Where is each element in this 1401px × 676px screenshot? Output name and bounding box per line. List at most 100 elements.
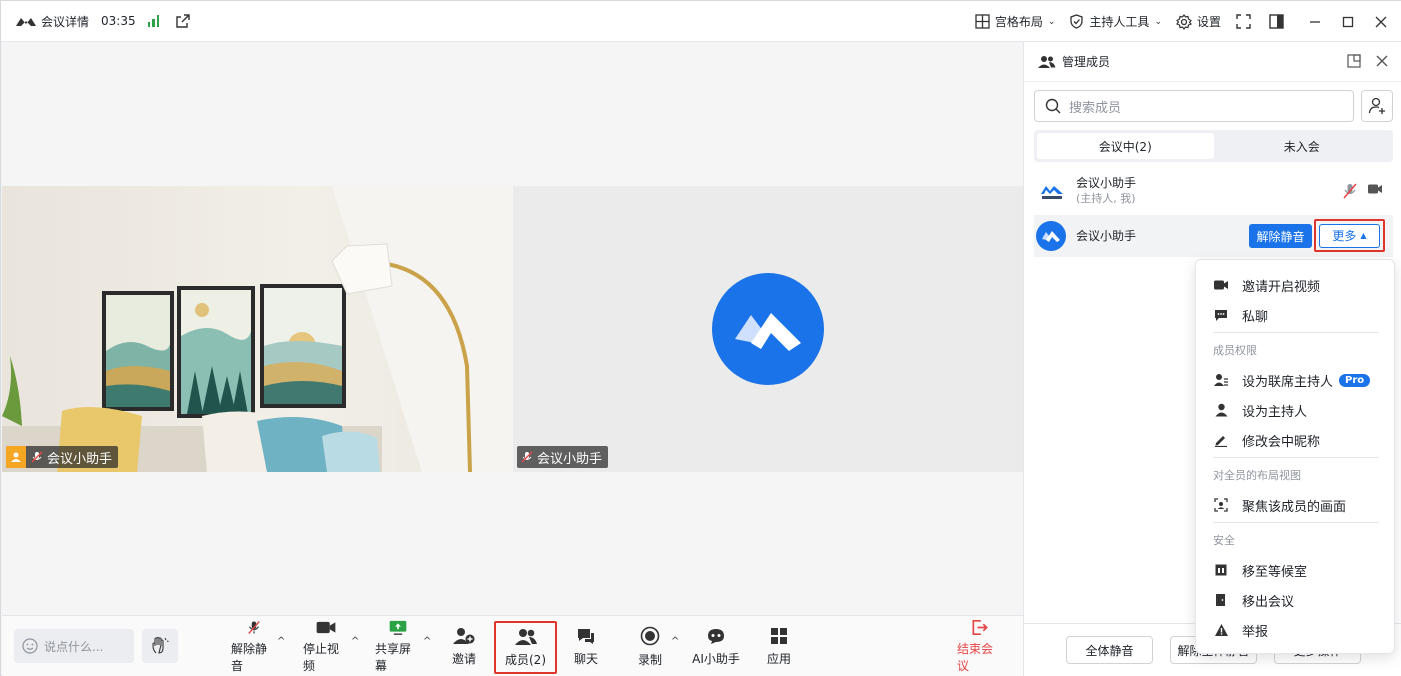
member-name: 会议小助手 — [1076, 229, 1137, 243]
quick-chat-input[interactable]: 说点什么... — [14, 629, 134, 663]
end-meeting-button[interactable]: 结束会议 — [957, 620, 1003, 674]
chat-button[interactable]: 聊天 — [572, 620, 600, 674]
video-tile-right[interactable]: 会议小助手 — [513, 186, 1023, 472]
minimize-icon[interactable] — [1307, 14, 1323, 30]
tencent-meeting-avatar-icon — [712, 273, 824, 385]
ai-assistant-label: AI小助手 — [692, 652, 740, 666]
menu-item-focus-member[interactable]: 聚焦该成员的画面 — [1196, 490, 1396, 520]
member-row[interactable]: 会议小助手 (主持人, 我) — [1034, 170, 1393, 212]
fullscreen-icon[interactable] — [1235, 14, 1251, 30]
settings-label: 设置 — [1196, 15, 1221, 29]
stop-video-label: 停止视频 — [303, 642, 340, 673]
signal-strength-icon[interactable] — [147, 15, 160, 27]
door-exit-icon — [1213, 593, 1229, 607]
chevron-up-icon[interactable]: ^ — [351, 636, 359, 647]
menu-item-rename[interactable]: 修改会中昵称 — [1196, 425, 1396, 455]
video-tile-left[interactable]: 会议小助手 — [2, 186, 511, 472]
menu-section-permissions: 成员权限 — [1213, 344, 1257, 357]
share-screen-button[interactable]: 共享屏幕 — [375, 620, 421, 674]
add-member-button[interactable] — [1361, 90, 1393, 122]
tencent-meeting-logo-icon — [16, 18, 36, 26]
invite-button[interactable]: 邀请 — [447, 620, 481, 674]
menu-item-report[interactable]: 举报 — [1196, 615, 1396, 645]
menu-divider — [1213, 522, 1379, 523]
more-button[interactable]: 更多 ▲ — [1319, 223, 1380, 248]
host-tools-button[interactable]: 主持人工具 ⌄ — [1069, 13, 1162, 30]
menu-divider — [1213, 332, 1379, 333]
share-screen-label: 共享屏幕 — [375, 642, 412, 673]
participant-name: 会议小助手 — [47, 451, 113, 467]
mic-muted-icon — [31, 451, 43, 463]
unmute-tool-button[interactable]: 解除静音 — [231, 620, 277, 674]
shield-icon — [1070, 14, 1084, 29]
video-stage: 会议小助手 会议小助手 — [2, 42, 1023, 615]
raise-hand-icon — [152, 636, 169, 654]
apps-grid-icon — [771, 628, 787, 644]
avatar — [1036, 221, 1066, 251]
menu-section-layout: 对全员的布局视图 — [1213, 469, 1301, 482]
stop-video-button[interactable]: 停止视频 — [303, 620, 349, 674]
pro-badge: Pro — [1339, 373, 1371, 387]
settings-button[interactable]: 设置 — [1176, 13, 1221, 30]
exit-icon — [972, 620, 988, 635]
pop-out-icon[interactable] — [1347, 54, 1361, 68]
share-external-icon[interactable] — [175, 13, 191, 29]
menu-item-set-host[interactable]: 设为主持人 — [1196, 395, 1396, 425]
menu-item-label: 移出会议 — [1242, 594, 1295, 610]
chat-bubble-icon — [1213, 309, 1229, 322]
grid-layout-label: 宫格布局 — [994, 15, 1043, 29]
member-row[interactable]: 会议小助手 解除静音 更多 ▲ — [1034, 215, 1393, 257]
chevron-up-icon[interactable]: ^ — [277, 636, 285, 647]
menu-item-label: 聚焦该成员的画面 — [1242, 499, 1347, 515]
add-user-icon — [453, 628, 475, 644]
participant-name: 会议小助手 — [537, 451, 603, 467]
menu-item-set-cohost[interactable]: 设为联席主持人 Pro — [1196, 365, 1396, 395]
tab-not-joined[interactable]: 未入会 — [1214, 133, 1391, 159]
member-unmute-button[interactable]: 解除静音 — [1249, 224, 1312, 248]
close-window-icon[interactable] — [1373, 14, 1389, 30]
record-label: 录制 — [637, 653, 662, 667]
edit-icon — [1213, 433, 1229, 447]
mute-all-button[interactable]: 全体静音 — [1066, 636, 1153, 664]
search-icon — [1045, 98, 1061, 114]
avatar — [1038, 177, 1066, 205]
gear-icon — [1176, 13, 1192, 30]
grid-layout-button[interactable]: 宫格布局 ⌄ — [975, 13, 1055, 30]
app-window: 会议详情 03:35 宫格布局 ⌄ 主持人工具 ⌄ 设置 会议小助手 会议小助手… — [0, 0, 1401, 676]
focus-icon — [1213, 498, 1229, 512]
meeting-details-link[interactable]: 会议详情 — [41, 13, 89, 30]
apps-button[interactable]: 应用 — [765, 620, 793, 674]
close-icon[interactable] — [1375, 54, 1389, 68]
member-search-input[interactable]: 搜索成员 — [1034, 90, 1354, 122]
apps-label: 应用 — [766, 652, 791, 666]
participant-name-tag: 会议小助手 — [517, 446, 609, 468]
sidebar-toggle-icon[interactable] — [1268, 14, 1284, 30]
more-button-highlight: 更多 ▲ — [1314, 219, 1385, 252]
menu-item-private-chat[interactable]: 私聊 — [1196, 300, 1396, 330]
members-button[interactable]: 成员(2) — [494, 621, 557, 674]
member-panel-header: 管理成员 — [1024, 42, 1401, 82]
ai-assistant-button[interactable]: AI小助手 — [692, 620, 740, 674]
raise-hand-button[interactable] — [142, 629, 178, 663]
more-label: 更多 — [1332, 229, 1357, 243]
ai-robot-icon — [708, 629, 724, 644]
menu-item-move-waiting-room[interactable]: 移至等候室 — [1196, 555, 1396, 585]
members-label: 成员(2) — [505, 652, 546, 667]
mic-muted-icon — [248, 621, 260, 634]
menu-item-invite-video[interactable]: 邀请开启视频 — [1196, 270, 1396, 300]
menu-item-remove[interactable]: 移出会议 — [1196, 585, 1396, 615]
menu-item-label: 修改会中昵称 — [1242, 434, 1321, 450]
elapsed-time: 03:35 — [101, 14, 136, 28]
waiting-room-icon — [1213, 563, 1229, 577]
tab-in-meeting[interactable]: 会议中(2) — [1037, 133, 1214, 159]
video-camera-icon — [1368, 184, 1382, 194]
record-button[interactable]: 录制 — [636, 620, 664, 674]
emoji-icon — [22, 638, 38, 654]
chevron-up-icon[interactable]: ^ — [423, 636, 431, 647]
caret-up-icon: ▲ — [1360, 231, 1367, 240]
chevron-up-icon[interactable]: ^ — [671, 636, 679, 647]
maximize-icon[interactable] — [1340, 14, 1356, 30]
grid-icon — [975, 14, 990, 29]
member-name: 会议小助手 — [1076, 176, 1137, 190]
living-room-background-image — [2, 186, 511, 472]
